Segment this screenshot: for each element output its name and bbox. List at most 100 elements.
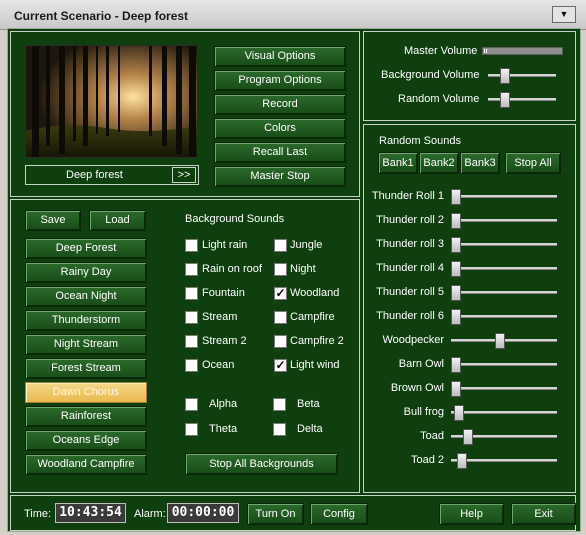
help-button[interactable]: Help	[439, 503, 504, 525]
alarm-display[interactable]: 00:00:00	[167, 503, 239, 523]
campfire-checkbox[interactable]	[274, 311, 287, 324]
master-volume-fill	[484, 49, 488, 53]
delta-checkbox[interactable]	[273, 423, 286, 436]
colors-button[interactable]: Colors	[214, 118, 346, 139]
random-sound-slider-thunder-roll-5[interactable]	[451, 285, 461, 301]
alarm-label: Alarm:	[134, 508, 166, 520]
beta-label: Beta	[297, 398, 320, 410]
preset-rainy-day[interactable]: Rainy Day	[25, 262, 147, 283]
random-sound-track-barn-owl	[451, 363, 557, 366]
random-sound-slider-thunder-roll-6[interactable]	[451, 309, 461, 325]
rain-on-roof-checkbox[interactable]	[185, 263, 198, 276]
preset-dawn-chorus[interactable]: Dawn Chorus	[25, 382, 147, 403]
bank3-button[interactable]: Bank3	[460, 152, 500, 174]
random-sound-slider-bull-frog[interactable]	[453, 405, 464, 421]
night-label: Night	[290, 263, 316, 275]
campfire-2-checkbox[interactable]	[274, 335, 287, 348]
master-volume-label: Master Volume	[404, 45, 478, 57]
random-sound-label-woodpecker: Woodpecker	[382, 334, 444, 346]
random-volume-label: Random Volume	[398, 93, 480, 105]
random-sound-slider-toad-2[interactable]	[456, 453, 467, 469]
ocean-checkbox[interactable]	[185, 359, 198, 372]
random-volume-slider[interactable]	[499, 92, 510, 108]
stream-label: Stream	[202, 311, 238, 323]
preset-night-stream[interactable]: Night Stream	[25, 334, 147, 355]
random-sound-label-barn-owl: Barn Owl	[398, 358, 444, 370]
save-button[interactable]: Save	[25, 210, 81, 231]
stream-checkbox[interactable]	[185, 311, 198, 324]
visual-options-button[interactable]: Visual Options	[214, 46, 346, 67]
random-sound-label-thunder-roll-5: Thunder roll 5	[376, 286, 444, 298]
program-options-button[interactable]: Program Options	[214, 70, 346, 91]
master-stop-button[interactable]: Master Stop	[214, 166, 346, 187]
next-scene-button[interactable]: >>	[172, 167, 196, 183]
woodland-label: Woodland	[290, 287, 340, 299]
stop-all-backgrounds-button[interactable]: Stop All Backgrounds	[185, 453, 338, 475]
random-sound-label-thunder-roll-6: Thunder roll 6	[376, 310, 444, 322]
random-sound-track-thunder-roll-4	[451, 267, 557, 270]
preset-woodland-campfire[interactable]: Woodland Campfire	[25, 454, 147, 475]
random-volume-track	[488, 98, 556, 101]
preset-ocean-night[interactable]: Ocean Night	[25, 286, 147, 307]
scene-preview-image	[25, 45, 198, 158]
night-checkbox[interactable]	[274, 263, 287, 276]
random-sound-slider-thunder-roll-2[interactable]	[451, 213, 461, 229]
preset-rainforest[interactable]: Rainforest	[25, 406, 147, 427]
jungle-checkbox[interactable]	[274, 239, 287, 252]
bank2-button[interactable]: Bank2	[419, 152, 459, 174]
random-sound-track-brown-owl	[451, 387, 557, 390]
ocean-label: Ocean	[202, 359, 235, 371]
random-sound-track-thunder-roll-3	[451, 243, 557, 246]
preset-oceans-edge[interactable]: Oceans Edge	[25, 430, 147, 451]
fountain-checkbox[interactable]	[185, 287, 198, 300]
random-sound-slider-barn-owl[interactable]	[451, 357, 461, 373]
random-sound-label-thunder-roll-3: Thunder roll 3	[376, 238, 444, 250]
random-sound-slider-brown-owl[interactable]	[451, 381, 461, 397]
stop-all-random-button[interactable]: Stop All	[505, 152, 561, 174]
woodland-checkbox[interactable]: ✓	[274, 287, 287, 300]
random-sound-slider-woodpecker[interactable]	[495, 333, 506, 349]
jungle-label: Jungle	[290, 239, 323, 251]
random-sound-slider-thunder-roll-4[interactable]	[451, 261, 461, 277]
delta-label: Delta	[297, 423, 323, 435]
preset-thunderstorm[interactable]: Thunderstorm	[25, 310, 147, 331]
recall-last-button[interactable]: Recall Last	[214, 142, 346, 163]
window-menu-button[interactable]: ▼	[552, 6, 576, 23]
light-wind-label: Light wind	[290, 359, 340, 371]
preset-deep-forest[interactable]: Deep Forest	[25, 238, 147, 259]
config-button[interactable]: Config	[310, 503, 368, 525]
master-volume-meter[interactable]	[482, 47, 563, 55]
load-button[interactable]: Load	[89, 210, 146, 231]
rain-on-roof-label: Rain on roof	[202, 263, 262, 275]
exit-button[interactable]: Exit	[511, 503, 576, 525]
preset-forest-stream[interactable]: Forest Stream	[25, 358, 147, 379]
random-sound-label-bull-frog: Bull frog	[403, 406, 444, 418]
time-label: Time:	[24, 508, 52, 520]
random-sound-label-brown-owl: Brown Owl	[390, 382, 444, 394]
stream-2-checkbox[interactable]	[185, 335, 198, 348]
light-wind-checkbox[interactable]: ✓	[274, 359, 287, 372]
random-sound-track-thunder-roll-5	[451, 291, 557, 294]
random-sound-label-toad: Toad	[420, 430, 444, 442]
turn-on-button[interactable]: Turn On	[247, 503, 304, 525]
scene-name: Deep forest	[66, 169, 123, 181]
alpha-checkbox[interactable]	[185, 398, 198, 411]
bank1-button[interactable]: Bank1	[378, 152, 418, 174]
background-volume-slider[interactable]	[499, 68, 510, 84]
beta-checkbox[interactable]	[273, 398, 286, 411]
background-sounds-heading: Background Sounds	[185, 213, 285, 225]
chevron-down-icon: ▼	[559, 9, 569, 19]
random-sounds-heading: Random Sounds	[379, 135, 461, 147]
alpha-label: Alpha	[209, 398, 238, 410]
random-sound-slider-toad[interactable]	[462, 429, 473, 445]
random-sound-slider-thunder-roll-1[interactable]	[451, 189, 461, 205]
background-volume-label: Background Volume	[381, 69, 480, 81]
theta-checkbox[interactable]	[185, 423, 198, 436]
random-sound-label-thunder-roll-4: Thunder roll 4	[376, 262, 444, 274]
record-button[interactable]: Record	[214, 94, 346, 115]
random-sound-track-bull-frog	[451, 411, 557, 414]
random-sound-slider-thunder-roll-3[interactable]	[451, 237, 461, 253]
light-rain-checkbox[interactable]	[185, 239, 198, 252]
random-sound-label-thunder-roll-2: Thunder roll 2	[376, 214, 444, 226]
light-rain-label: Light rain	[202, 239, 248, 251]
